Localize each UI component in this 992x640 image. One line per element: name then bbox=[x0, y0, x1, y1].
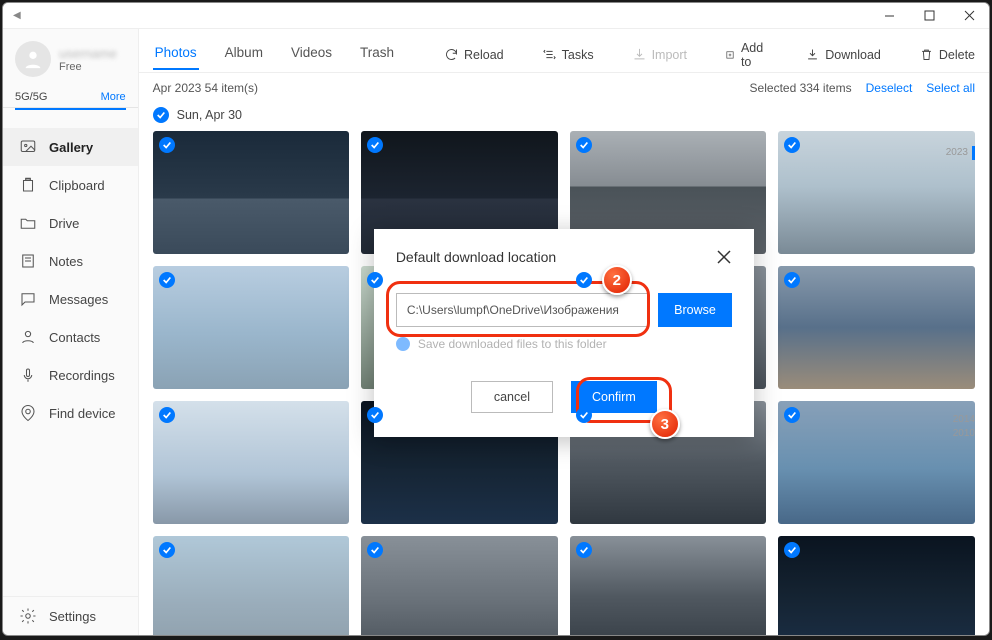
annotation-number-3: 3 bbox=[650, 409, 680, 439]
sidebar-item-label: Gallery bbox=[49, 140, 93, 155]
minimize-button[interactable] bbox=[869, 3, 909, 29]
sidebar-item-label: Find device bbox=[49, 406, 115, 421]
sidebar-item-label: Recordings bbox=[49, 368, 115, 383]
check-icon[interactable] bbox=[367, 542, 383, 558]
folder-icon bbox=[19, 214, 37, 232]
sidebar-item-gallery[interactable]: Gallery bbox=[3, 128, 138, 166]
storage-more-link[interactable]: More bbox=[101, 91, 126, 103]
sidebar-item-drive[interactable]: Drive bbox=[3, 204, 138, 242]
profile[interactable]: username Free bbox=[3, 29, 138, 85]
download-location-dialog: Default download location Browse Save do… bbox=[374, 229, 754, 437]
location-icon bbox=[19, 404, 37, 422]
sidebar-item-find-device[interactable]: Find device bbox=[3, 394, 138, 432]
image-icon bbox=[19, 138, 37, 156]
sidebar-item-label: Notes bbox=[49, 254, 83, 269]
sidebar-item-contacts[interactable]: Contacts bbox=[3, 318, 138, 356]
check-icon[interactable] bbox=[576, 272, 592, 288]
check-icon[interactable] bbox=[159, 137, 175, 153]
cancel-button[interactable]: cancel bbox=[471, 381, 553, 413]
sidebar-item-label: Drive bbox=[49, 216, 79, 231]
message-icon bbox=[19, 290, 37, 308]
app-window: ◀ username Free 5G/5G More bbox=[2, 2, 990, 636]
check-icon[interactable] bbox=[159, 272, 175, 288]
person-icon bbox=[19, 328, 37, 346]
mic-icon bbox=[19, 366, 37, 384]
storage-row: 5G/5G More bbox=[3, 85, 138, 108]
clipboard-icon bbox=[19, 176, 37, 194]
download-path-input[interactable] bbox=[396, 293, 648, 327]
avatar bbox=[15, 41, 51, 77]
back-forward-icon: ◀ bbox=[13, 10, 21, 21]
sidebar-item-label: Contacts bbox=[49, 330, 100, 345]
check-icon[interactable] bbox=[576, 137, 592, 153]
annotation-number-2: 2 bbox=[602, 265, 632, 295]
profile-name: username bbox=[59, 46, 117, 61]
close-window-button[interactable] bbox=[949, 3, 989, 29]
main: Photos Album Videos Trash Reload Tasks I… bbox=[139, 29, 989, 635]
maximize-button[interactable] bbox=[909, 3, 949, 29]
sidebar-item-label: Clipboard bbox=[49, 178, 105, 193]
storage-bar bbox=[15, 108, 126, 110]
check-icon[interactable] bbox=[576, 407, 592, 423]
profile-plan: Free bbox=[59, 61, 117, 73]
window-controls bbox=[869, 3, 989, 29]
check-icon[interactable] bbox=[576, 542, 592, 558]
check-icon[interactable] bbox=[784, 542, 800, 558]
titlebar: ◀ bbox=[3, 3, 989, 29]
save-to-folder-option[interactable]: Save downloaded files to this folder bbox=[396, 337, 732, 351]
gear-icon bbox=[19, 607, 37, 625]
sidebar-item-messages[interactable]: Messages bbox=[3, 280, 138, 318]
sidebar: username Free 5G/5G More Gallery Clipboa… bbox=[3, 29, 139, 635]
check-icon[interactable] bbox=[159, 542, 175, 558]
sidebar-item-settings[interactable]: Settings bbox=[3, 596, 138, 635]
dialog-title: Default download location bbox=[396, 249, 556, 265]
sidebar-item-recordings[interactable]: Recordings bbox=[3, 356, 138, 394]
check-icon[interactable] bbox=[367, 272, 383, 288]
notes-icon bbox=[19, 252, 37, 270]
sidebar-item-clipboard[interactable]: Clipboard bbox=[3, 166, 138, 204]
sidebar-item-label: Messages bbox=[49, 292, 108, 307]
dialog-overlay: Default download location Browse Save do… bbox=[139, 29, 989, 635]
sidebar-item-label: Settings bbox=[49, 609, 96, 624]
sidebar-item-notes[interactable]: Notes bbox=[3, 242, 138, 280]
radio-icon bbox=[396, 337, 410, 351]
check-icon[interactable] bbox=[159, 407, 175, 423]
browse-button[interactable]: Browse bbox=[658, 293, 732, 327]
storage-text: 5G/5G bbox=[15, 91, 47, 103]
titlebar-left: ◀ bbox=[3, 10, 21, 21]
check-icon[interactable] bbox=[367, 407, 383, 423]
close-icon[interactable] bbox=[716, 249, 732, 265]
